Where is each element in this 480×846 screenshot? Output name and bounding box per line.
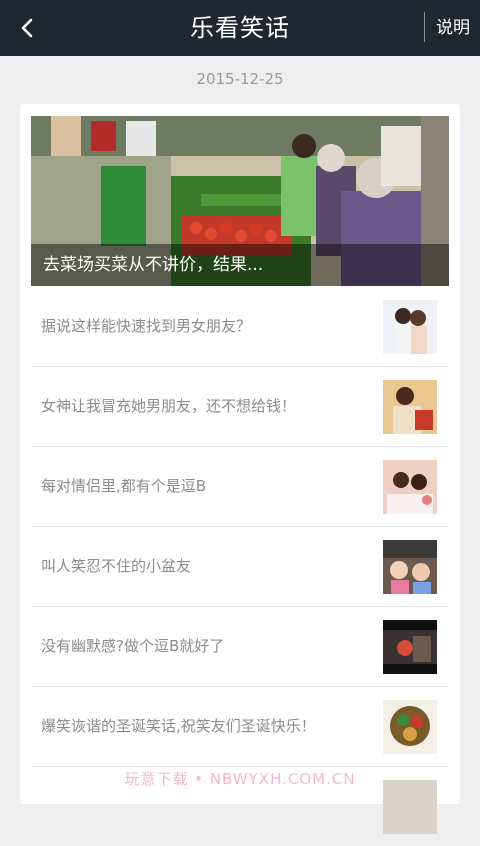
list-item[interactable]: 每对情侣里,都有个是逗B xyxy=(31,446,449,527)
dark-scene-photo-thumbnail xyxy=(383,620,437,674)
header-divider xyxy=(424,12,425,42)
list-item[interactable]: 据说这样能快速找到男女朋友？ xyxy=(31,286,449,367)
hero-caption: 去菜场买菜从不讲价，结果... xyxy=(43,255,264,275)
page-title: 乐看笑话 xyxy=(190,14,290,42)
top-bar: 乐看笑话 说明 xyxy=(0,0,480,56)
list-item-title: 据说这样能快速找到男女朋友？ xyxy=(41,317,252,335)
hero-article[interactable]: 去菜场买菜从不讲价，结果... xyxy=(31,116,449,286)
article-card: 去菜场买菜从不讲价，结果... 据说这样能快速找到男女朋友？ 女神让我冒充她男朋… xyxy=(20,104,460,834)
list-item[interactable]: 叫人笑忍不住的小盆友 xyxy=(31,526,449,607)
list-item-title: 爆笑诙谐的圣诞笑话,祝笑友们圣诞快乐！ xyxy=(41,717,316,735)
date-label: 2015-12-25 xyxy=(196,70,284,88)
list-item-title: 没有幽默感?做个逗B就好了 xyxy=(41,637,225,655)
list-item[interactable]: 爆笑诙谐的圣诞笑话,祝笑友们圣诞快乐！ xyxy=(31,686,449,767)
list-item-title: 每对情侣里,都有个是逗B xyxy=(41,477,207,495)
couple-bath-photo-thumbnail xyxy=(383,460,437,514)
hero-caption-bar: 去菜场买菜从不讲价，结果... xyxy=(31,244,449,286)
list-item[interactable]: 没有幽默感?做个逗B就好了 xyxy=(31,606,449,687)
woman-photo-thumbnail xyxy=(383,380,437,434)
watermark: 玩意下载 • NBWYXH.COM.CN xyxy=(124,770,356,788)
list-item[interactable]: 女神让我冒充她男朋友，还不想给钱！ xyxy=(31,366,449,447)
kids-photo-thumbnail xyxy=(383,540,437,594)
list-item-title: 叫人笑忍不住的小盆友 xyxy=(41,557,192,575)
list-item-title: 女神让我冒充她男朋友，还不想给钱！ xyxy=(41,397,297,415)
christmas-photo-thumbnail xyxy=(383,700,437,754)
couple-photo-thumbnail xyxy=(383,300,437,354)
help-button[interactable]: 说明 xyxy=(426,0,480,56)
